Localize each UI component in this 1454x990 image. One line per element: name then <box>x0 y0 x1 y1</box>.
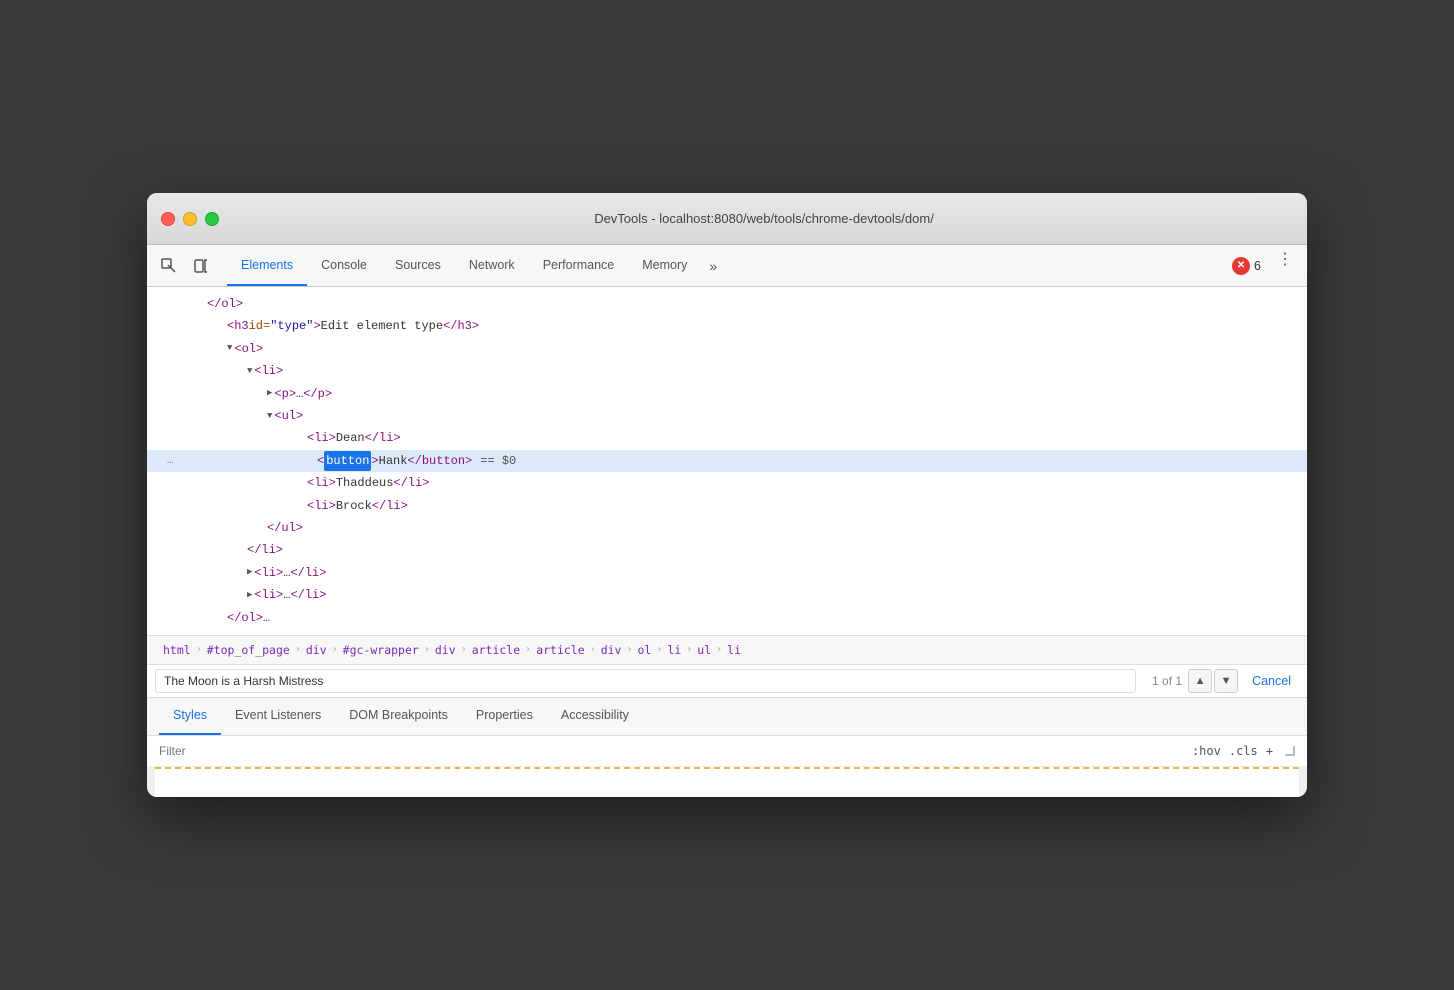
dom-line[interactable]: <ol> <box>147 338 1307 360</box>
breadcrumb-item[interactable]: div <box>431 642 460 658</box>
window-title: DevTools - localhost:8080/web/tools/chro… <box>235 211 1293 226</box>
error-count: 6 <box>1254 259 1261 273</box>
dom-line[interactable]: </ol>… <box>147 607 1307 629</box>
breadcrumb-item[interactable]: li <box>723 642 745 658</box>
search-bar: 1 of 1 ▲ ▼ Cancel <box>147 665 1307 698</box>
tab-accessibility[interactable]: Accessibility <box>547 698 643 735</box>
dom-line[interactable]: <h3 id="type">Edit element type</h3> <box>147 315 1307 337</box>
tab-properties[interactable]: Properties <box>462 698 547 735</box>
triangle-icon[interactable] <box>267 386 272 401</box>
device-toolbar-button[interactable] <box>187 252 215 280</box>
hov-button[interactable]: :hov <box>1192 744 1221 758</box>
tab-memory[interactable]: Memory <box>628 245 701 286</box>
search-next-button[interactable]: ▼ <box>1214 669 1238 693</box>
search-cancel-button[interactable]: Cancel <box>1244 670 1299 692</box>
tab-dom-breakpoints[interactable]: DOM Breakpoints <box>335 698 462 735</box>
minimize-button[interactable] <box>183 212 197 226</box>
more-menu-button[interactable]: ⋮ <box>1271 245 1299 273</box>
dom-line[interactable]: <li>…</li> <box>147 562 1307 584</box>
breadcrumb-item[interactable]: html <box>159 642 195 658</box>
search-prev-button[interactable]: ▲ <box>1188 669 1212 693</box>
tab-network[interactable]: Network <box>455 245 529 286</box>
highlighted-element: button <box>324 451 371 471</box>
cls-button[interactable]: .cls <box>1229 744 1258 758</box>
breadcrumb-item[interactable]: #top_of_page <box>203 642 294 658</box>
triangle-icon[interactable] <box>247 588 252 603</box>
triangle-icon[interactable] <box>247 364 252 379</box>
resize-handle[interactable] <box>1285 746 1295 756</box>
dom-line[interactable]: <li>Brock</li> <box>147 495 1307 517</box>
search-input[interactable] <box>155 669 1136 693</box>
dom-line[interactable]: <li>Thaddeus</li> <box>147 472 1307 494</box>
tab-styles[interactable]: Styles <box>159 698 221 735</box>
dom-line[interactable]: </li> <box>147 539 1307 561</box>
breadcrumb-item[interactable]: div <box>597 642 626 658</box>
dom-line[interactable]: <li>Dean</li> <box>147 427 1307 449</box>
error-badge[interactable]: ✕ 6 <box>1232 245 1261 286</box>
tab-console[interactable]: Console <box>307 245 381 286</box>
titlebar: DevTools - localhost:8080/web/tools/chro… <box>147 193 1307 245</box>
add-rule-button[interactable]: + <box>1266 744 1273 758</box>
filter-controls: :hov .cls + <box>1192 744 1295 758</box>
breadcrumb-item[interactable]: article <box>468 642 524 658</box>
dom-line-selected[interactable]: … <button>Hank</button> == $0 <box>147 450 1307 472</box>
search-navigation: ▲ ▼ <box>1188 669 1238 693</box>
triangle-icon[interactable] <box>227 341 232 356</box>
tab-elements[interactable]: Elements <box>227 245 307 286</box>
tool-buttons <box>155 245 215 286</box>
maximize-button[interactable] <box>205 212 219 226</box>
triangle-icon[interactable] <box>247 565 252 580</box>
bottom-tabbar: Styles Event Listeners DOM Breakpoints P… <box>147 698 1307 736</box>
breadcrumb-bar: html › #top_of_page › div › #gc-wrapper … <box>147 635 1307 665</box>
dom-line[interactable]: <li>…</li> <box>147 584 1307 606</box>
triangle-icon[interactable] <box>267 409 272 424</box>
dot-indicator: … <box>167 452 191 471</box>
filter-bar: :hov .cls + <box>147 736 1307 767</box>
breadcrumb-item[interactable]: div <box>302 642 331 658</box>
breadcrumb-item[interactable]: li <box>663 642 685 658</box>
tab-event-listeners[interactable]: Event Listeners <box>221 698 335 735</box>
devtools-window: DevTools - localhost:8080/web/tools/chro… <box>147 193 1307 797</box>
search-count: 1 of 1 <box>1142 674 1182 688</box>
dom-line[interactable]: </ul> <box>147 517 1307 539</box>
inspector-tool-button[interactable] <box>155 252 183 280</box>
breadcrumb-item[interactable]: #gc-wrapper <box>339 642 423 658</box>
tab-overflow-button[interactable]: » <box>701 245 725 286</box>
close-button[interactable] <box>161 212 175 226</box>
tab-sources[interactable]: Sources <box>381 245 455 286</box>
dom-line[interactable]: <ul> <box>147 405 1307 427</box>
dashed-area <box>155 767 1299 797</box>
error-icon: ✕ <box>1232 257 1250 275</box>
breadcrumb-item[interactable]: article <box>532 642 588 658</box>
breadcrumb-item[interactable]: ol <box>634 642 656 658</box>
dom-line[interactable]: <p>…</p> <box>147 383 1307 405</box>
filter-input[interactable] <box>159 744 1184 758</box>
tab-performance[interactable]: Performance <box>529 245 629 286</box>
breadcrumb-item[interactable]: ul <box>693 642 715 658</box>
main-tabbar: Elements Console Sources Network Perform… <box>147 245 1307 287</box>
tab-spacer <box>725 245 1232 286</box>
dom-panel: </ol> <h3 id="type">Edit element type</h… <box>147 287 1307 635</box>
traffic-lights <box>161 212 219 226</box>
dom-line[interactable]: </ol> <box>147 293 1307 315</box>
dom-line[interactable]: <li> <box>147 360 1307 382</box>
